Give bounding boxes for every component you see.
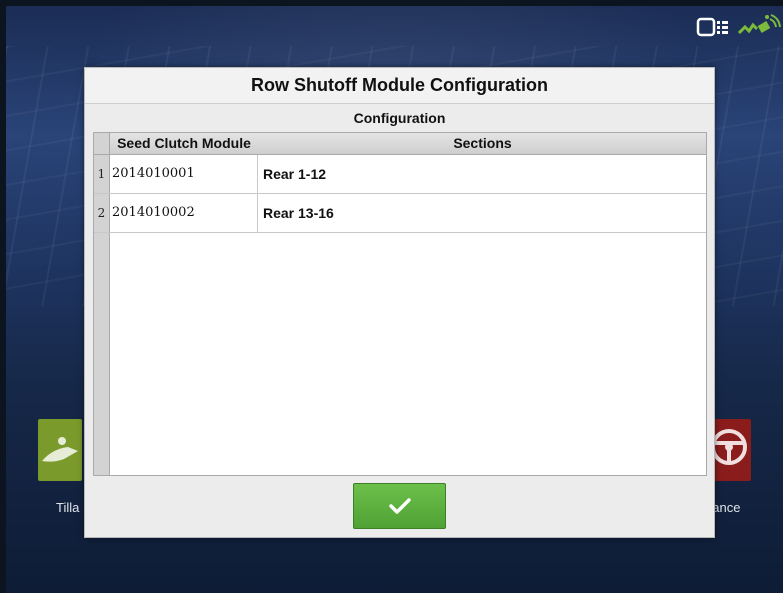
seed-clutch-module-cell[interactable]: 2014010001 [110,155,258,193]
row-shutoff-config-dialog: Row Shutoff Module Configuration Configu… [84,67,715,538]
sections-cell[interactable]: Rear 1-12 [259,155,326,193]
seed-clutch-module-cell[interactable]: 2014010002 [110,194,258,232]
tillage-app-label: Tilla [56,500,80,515]
table-header: Seed Clutch Module Sections [94,133,706,155]
section-label: Configuration [353,110,446,126]
table-row[interactable]: 2 2014010002 Rear 13-16 [94,194,706,233]
row-number: 1 [97,167,106,181]
ok-button[interactable] [353,483,446,529]
status-bar [695,12,781,42]
checkmark-icon [388,498,411,514]
table-row[interactable]: 1 2014010001 Rear 1-12 [94,155,706,194]
configuration-table: Seed Clutch Module Sections 1 2014010001… [93,132,707,476]
tillage-icon [42,437,78,462]
tillage-app-tile[interactable] [38,419,82,481]
column-header-sections[interactable]: Sections [259,133,706,154]
display-connection-icon[interactable] [695,14,731,40]
sections-cell[interactable]: Rear 13-16 [259,194,334,232]
header-corner [94,133,110,154]
gps-satellite-icon[interactable] [737,12,781,42]
row-number: 2 [97,206,106,220]
column-header-seed-clutch-module[interactable]: Seed Clutch Module [110,133,258,154]
dialog-title: Row Shutoff Module Configuration [85,68,714,104]
